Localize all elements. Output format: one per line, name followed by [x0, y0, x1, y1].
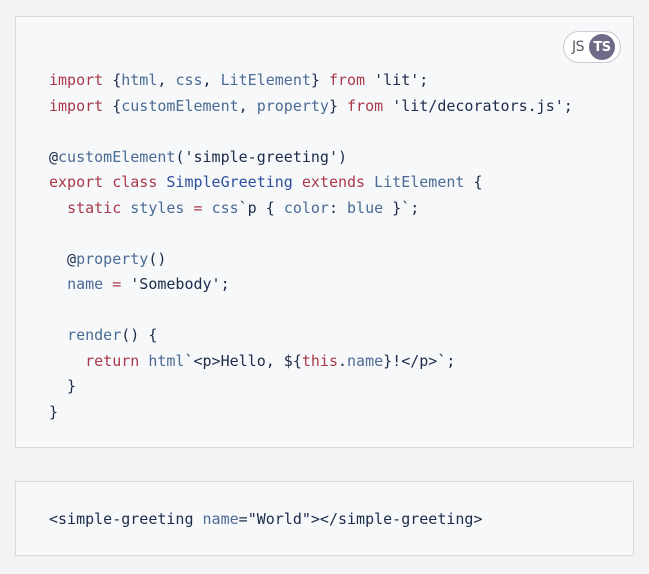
code-token: () { [121, 326, 158, 344]
code-block: import {html, css, LitElement} from 'lit… [49, 68, 573, 425]
code-token: property [76, 249, 149, 268]
code-token: ; [563, 96, 573, 115]
code-example-panel: JS TS import {html, css, LitElement} fro… [15, 16, 634, 448]
code-token: ; [220, 275, 230, 293]
code-line: name = 'Somebody'; [49, 275, 230, 293]
code-token: import [49, 96, 104, 115]
code-token: = [193, 198, 203, 217]
code-token: `<p>Hello, ${ [184, 351, 302, 370]
code-token: from [328, 71, 366, 89]
code-token: css [211, 198, 239, 217]
code-token: , [202, 71, 221, 89]
code-token: `p { [238, 198, 284, 217]
code-token: css [175, 71, 203, 89]
code-line: @customElement('simple-greeting') [49, 148, 347, 166]
code-token: customElement [121, 96, 239, 115]
code-token: () [148, 249, 167, 268]
code-line: } [49, 377, 76, 395]
code-token: html [121, 71, 158, 89]
code-token: static [67, 198, 122, 217]
code-line: render() { [49, 326, 157, 344]
code-token: } [49, 377, 77, 395]
code-token: }`; [383, 198, 420, 217]
code-token: <simple-greeting [49, 510, 203, 528]
code-line: return html`<p>Hello, ${this.name}!</p>`… [49, 352, 455, 370]
code-token: { [103, 71, 122, 89]
code-token: } [310, 71, 329, 89]
code-token: , [157, 71, 176, 89]
code-line: import {customElement, property} from 'l… [49, 97, 573, 115]
ts-option-selected[interactable]: TS [589, 34, 616, 60]
code-token: 'Somebody' [130, 275, 221, 293]
code-token: name [347, 351, 384, 370]
code-token: return [85, 351, 140, 370]
code-token: customElement [58, 147, 176, 166]
code-token: = [112, 275, 122, 293]
code-token: render [67, 326, 122, 344]
code-token: export [49, 173, 104, 191]
code-token: ; [419, 71, 429, 89]
code-token: class [112, 173, 158, 191]
code-token: SimpleGreeting [166, 173, 293, 191]
code-token: 'simple-greeting' [184, 147, 338, 166]
code-token: html [148, 351, 185, 370]
code-token: name [67, 275, 104, 293]
code-token: blue [347, 198, 384, 217]
code-token: this [301, 351, 338, 370]
code-token: @ [49, 249, 77, 268]
code-token: import [49, 71, 104, 89]
js-option[interactable]: JS [572, 39, 585, 55]
code-token: { [103, 96, 122, 115]
code-token: , [238, 96, 257, 115]
code-token: from [347, 96, 384, 115]
code-token: } [328, 96, 348, 115]
code-token: 'lit' [374, 71, 420, 89]
code-token: } [49, 402, 59, 421]
code-line: @property() [49, 250, 166, 268]
code-token: name [202, 510, 239, 528]
code-token: "World" [247, 510, 311, 528]
code-token: color [283, 198, 329, 217]
code-token: = [238, 510, 248, 528]
code-token: 'lit/decorators.js' [392, 96, 564, 115]
usage-example-panel: <simple-greeting name="World"></simple-g… [15, 481, 634, 556]
code-token: LitElement [220, 71, 311, 89]
code-token: : [328, 198, 348, 217]
code-token: ) [338, 147, 348, 166]
language-toggle[interactable]: JS TS [563, 31, 621, 63]
code-token: property [256, 96, 329, 115]
code-line: import {html, css, LitElement} from 'lit… [49, 71, 428, 89]
code-token: extends [301, 173, 366, 191]
code-line: } [49, 403, 58, 421]
code-token: { [464, 173, 483, 191]
code-token: ></simple-greeting> [310, 510, 483, 528]
usage-code-block: <simple-greeting name="World"></simple-g… [49, 507, 483, 533]
code-line: static styles = css`p { color: blue }`; [49, 199, 419, 217]
code-token: }!</p>`; [383, 351, 456, 370]
code-token: @ [49, 147, 59, 166]
code-token: LitElement [374, 173, 465, 191]
code-token: . [338, 351, 348, 370]
code-line: export class SimpleGreeting extends LitE… [49, 173, 483, 191]
code-token: styles [130, 198, 185, 217]
code-line: <simple-greeting name="World"></simple-g… [49, 510, 483, 528]
